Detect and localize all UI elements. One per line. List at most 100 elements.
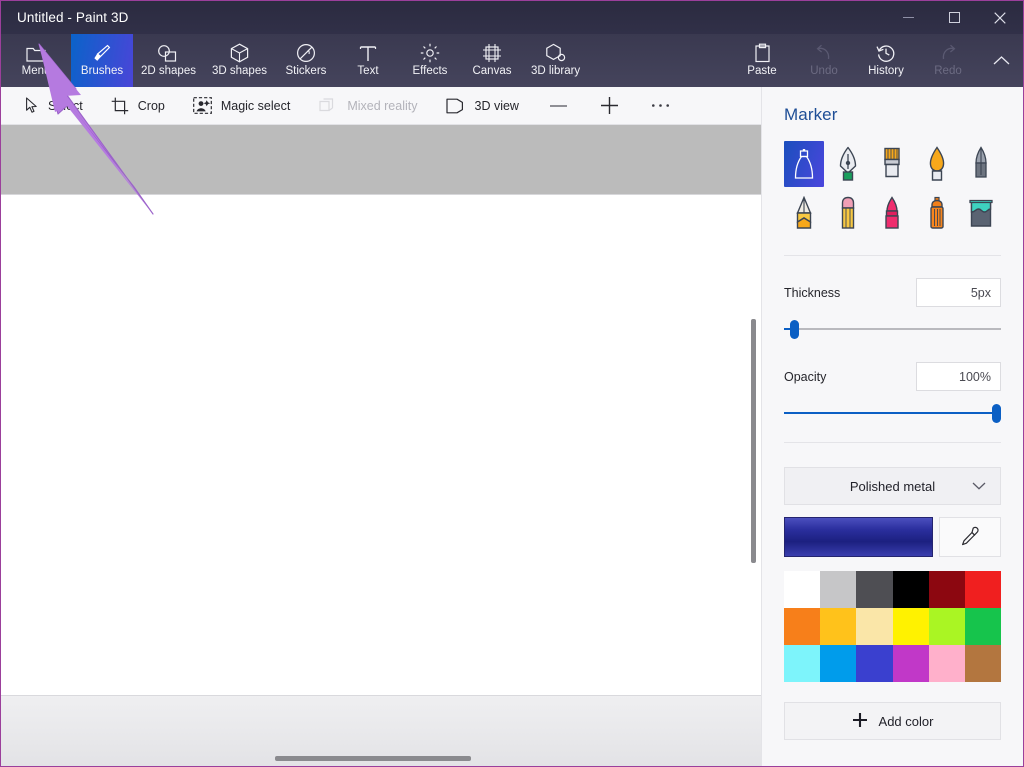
canvas-work-area[interactable] [1, 125, 761, 766]
tool-crop[interactable]: Crop [97, 87, 179, 125]
paint3d-window: Untitled - Paint 3D [0, 0, 1024, 767]
ellipsis-icon [651, 102, 670, 109]
cursor-select-icon [25, 97, 39, 114]
color-swatch[interactable] [856, 645, 892, 682]
panel-divider-2 [784, 442, 1001, 443]
color-swatch[interactable] [784, 571, 820, 608]
opacity-value[interactable]: 100% [916, 362, 1001, 391]
thickness-label: Thickness [784, 286, 840, 300]
thickness-row: Thickness 5px [784, 278, 1001, 307]
tool-select[interactable]: Select [11, 87, 97, 125]
vscrollbar-thumb[interactable] [751, 319, 756, 563]
close-icon [994, 12, 1006, 24]
ribbon-tab-3d-library[interactable]: 3D library [523, 34, 588, 87]
panel-divider-1 [784, 255, 1001, 256]
ribbon-tab-stickers[interactable]: Stickers [275, 34, 337, 87]
tool-3d-view[interactable]: 3D view [432, 87, 533, 125]
thickness-value[interactable]: 5px [916, 278, 1001, 307]
pencil-icon [793, 196, 815, 232]
thickness-slider-knob[interactable] [790, 320, 799, 339]
color-swatch[interactable] [965, 645, 1001, 682]
ribbon-tab-2d-shapes-label: 2D shapes [141, 65, 196, 78]
ribbon-tab-canvas[interactable]: Canvas [461, 34, 523, 87]
ribbon-tab-effects[interactable]: Effects [399, 34, 461, 87]
ribbon-collapse-button[interactable] [979, 34, 1023, 87]
zoom-in-button[interactable] [584, 87, 635, 125]
color-swatch[interactable] [856, 571, 892, 608]
color-swatch[interactable] [784, 645, 820, 682]
color-swatch[interactable] [820, 608, 856, 645]
ribbon-action-undo[interactable]: Undo [793, 34, 855, 87]
drawing-canvas[interactable] [1, 196, 761, 695]
ribbon-tab-menu-label: Menu [22, 65, 51, 78]
color-swatch[interactable] [965, 571, 1001, 608]
clipboard-icon [754, 43, 771, 63]
brush-oil-brush[interactable] [872, 141, 912, 187]
color-swatch[interactable] [856, 608, 892, 645]
thickness-slider[interactable] [784, 318, 1001, 340]
brush-watercolor[interactable] [917, 141, 957, 187]
ribbon-tab-text[interactable]: Text [337, 34, 399, 87]
color-swatch[interactable] [893, 571, 929, 608]
watercolor-icon [926, 146, 948, 182]
color-swatch[interactable] [820, 571, 856, 608]
more-options-button[interactable] [635, 87, 686, 125]
zoom-out-button[interactable] [533, 87, 584, 125]
oil-brush-icon [880, 146, 904, 182]
brush-pixel-pen[interactable] [961, 141, 1001, 187]
panel-title: Marker [784, 105, 1001, 125]
ribbon-action-paste[interactable]: Paste [731, 34, 793, 87]
canvas-hscrollbar[interactable] [1, 752, 761, 766]
ribbon-tab-3d-shapes[interactable]: 3D shapes [204, 34, 275, 87]
ribbon-tab-canvas-label: Canvas [472, 65, 511, 78]
ribbon-tab-menu[interactable]: Menu [1, 34, 71, 87]
brush-calligraphy-pen[interactable] [828, 141, 868, 187]
color-swatch[interactable] [929, 571, 965, 608]
color-swatch[interactable] [820, 645, 856, 682]
material-dropdown-value: Polished metal [850, 479, 935, 494]
color-swatch[interactable] [929, 608, 965, 645]
canvas-vscrollbar[interactable] [747, 125, 761, 766]
opacity-slider-knob[interactable] [992, 404, 1001, 423]
brush-grid [784, 141, 1001, 237]
brush-eraser[interactable] [828, 191, 868, 237]
color-swatch[interactable] [784, 608, 820, 645]
color-swatch[interactable] [893, 645, 929, 682]
thickness-slider-track [784, 328, 1001, 330]
color-swatch[interactable] [929, 645, 965, 682]
close-button[interactable] [977, 1, 1023, 34]
opacity-slider[interactable] [784, 402, 1001, 424]
ribbon-action-redo[interactable]: Redo [917, 34, 979, 87]
fill-bucket-icon [968, 198, 994, 230]
pixel-pen-icon [971, 146, 991, 182]
tool-mixed-reality[interactable]: Mixed reality [304, 87, 431, 125]
add-color-button[interactable]: Add color [784, 702, 1001, 740]
canvas-icon [482, 43, 502, 63]
ribbon-tab-brushes[interactable]: Brushes [71, 34, 133, 87]
color-swatch[interactable] [965, 608, 1001, 645]
magic-select-icon [193, 97, 212, 114]
ribbon-tab-stickers-label: Stickers [286, 65, 327, 78]
maximize-button[interactable] [931, 1, 977, 34]
text-icon [359, 43, 377, 63]
brush-crayon[interactable] [872, 191, 912, 237]
hscrollbar-thumb[interactable] [275, 756, 471, 761]
brush-spray-can[interactable] [917, 191, 957, 237]
material-dropdown[interactable]: Polished metal [784, 467, 1001, 505]
eyedropper-button[interactable] [939, 517, 1001, 557]
tool-magic-select[interactable]: Magic select [179, 87, 304, 125]
brush-fill[interactable] [961, 191, 1001, 237]
opacity-slider-fill [784, 412, 1001, 414]
ribbon-tab-3d-library-label: 3D library [531, 65, 580, 78]
tool-3d-view-label: 3D view [475, 99, 519, 113]
minimize-button[interactable] [885, 1, 931, 34]
current-color-preview[interactable] [784, 517, 933, 557]
sticker-icon [296, 43, 316, 63]
ribbon-tab-2d-shapes[interactable]: 2D shapes [133, 34, 204, 87]
color-swatch[interactable] [893, 608, 929, 645]
brush-marker[interactable] [784, 141, 824, 187]
ribbon-action-redo-label: Redo [934, 65, 962, 78]
brush-pencil[interactable] [784, 191, 824, 237]
tool-select-label: Select [48, 99, 83, 113]
ribbon-action-history[interactable]: History [855, 34, 917, 87]
